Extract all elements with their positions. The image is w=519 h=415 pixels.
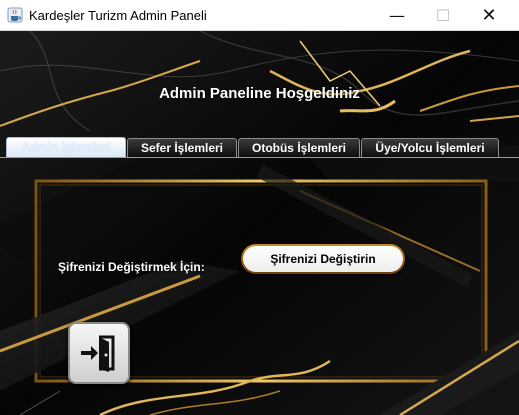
title-bar: Kardeşler Turizm Admin Paneli — ☐ ✕ — [0, 0, 519, 31]
maximize-button[interactable]: ☐ — [420, 0, 466, 30]
exit-door-icon — [81, 335, 115, 372]
close-button[interactable]: ✕ — [466, 0, 512, 30]
change-password-button-label: Şifrenizi Değiştirin — [243, 246, 403, 272]
tab-divider — [0, 157, 519, 158]
tab-admin-islemleri[interactable]: Admin İşlemleri — [6, 137, 126, 157]
tab-sefer-islemleri[interactable]: Sefer İşlemleri — [127, 138, 237, 157]
password-change-label: Şifrenizi Değiştirmek İçin: — [58, 260, 205, 274]
change-password-button[interactable]: Şifrenizi Değiştirin — [241, 244, 405, 274]
tab-uye-yolcu-islemleri[interactable]: Üye/Yolcu İşlemleri — [361, 138, 499, 157]
window-title: Kardeşler Turizm Admin Paneli — [29, 7, 207, 23]
tab-otobus-islemleri[interactable]: Otobüs İşlemleri — [238, 138, 360, 157]
page-title: Admin Paneline Hoşgeldiniz — [159, 85, 360, 102]
java-cup-icon — [7, 7, 23, 23]
tab-bar: Admin İşlemleri Sefer İşlemleri Otobüs İ… — [0, 137, 519, 158]
minimize-button[interactable]: — — [374, 0, 420, 30]
exit-button[interactable] — [68, 322, 130, 384]
admin-panel-window: Kardeşler Turizm Admin Paneli — ☐ ✕ Admi… — [0, 0, 519, 415]
